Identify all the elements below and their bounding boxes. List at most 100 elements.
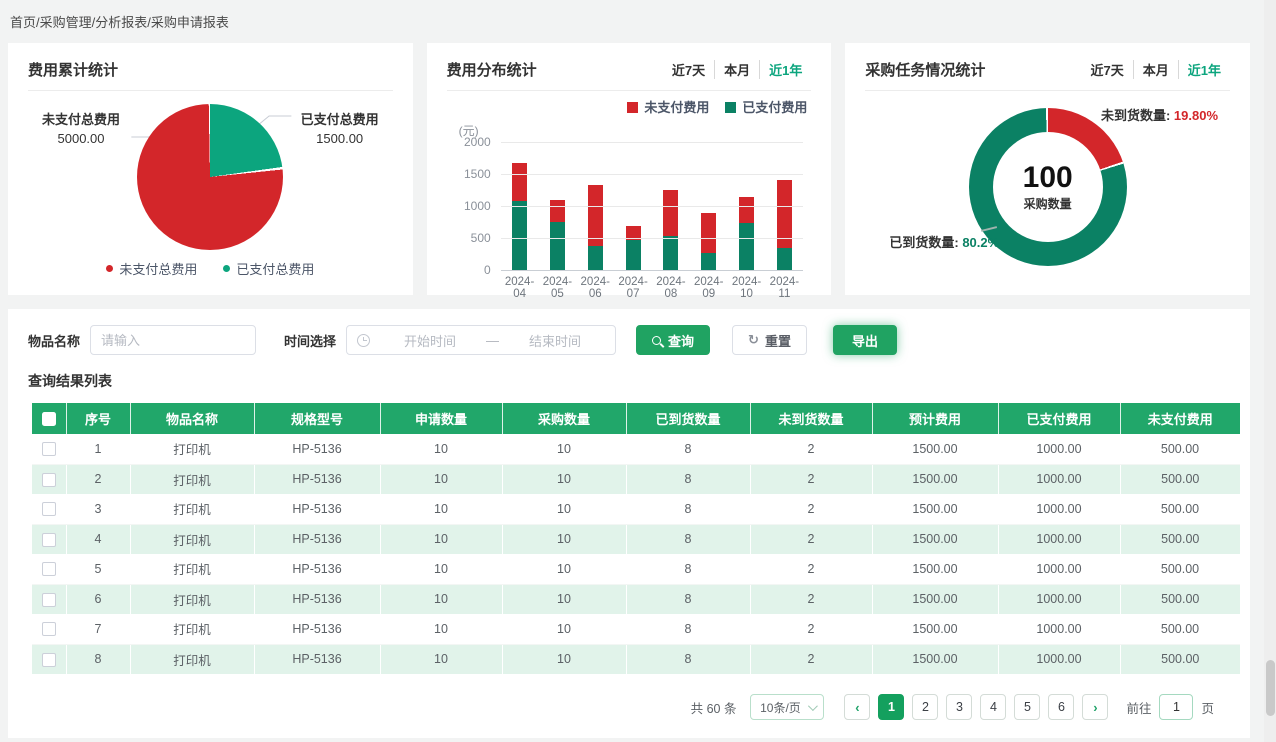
cell: 8 xyxy=(626,554,750,584)
time-select-label: 时间选择 xyxy=(284,331,336,350)
row-checkbox[interactable] xyxy=(42,502,56,516)
page-button-4[interactable]: 4 xyxy=(980,694,1006,720)
table-row: 6打印机HP-51361010821500.001000.00500.00 xyxy=(32,584,1240,614)
page-button-3[interactable]: 3 xyxy=(946,694,972,720)
donut-center-value: 100 xyxy=(1023,162,1073,194)
cell: 3 xyxy=(66,494,130,524)
cell: 10 xyxy=(380,614,502,644)
bar-chart-legend: 未支付费用已支付费用 xyxy=(445,97,808,116)
bar-segment-unpaid xyxy=(663,190,678,236)
legend-item-已支付费用[interactable]: 已支付费用 xyxy=(725,97,807,116)
y-tick-label: 0 xyxy=(484,263,491,277)
bar-segment-paid xyxy=(739,223,754,270)
cell: 1000.00 xyxy=(998,464,1120,494)
cell: 7 xyxy=(66,614,130,644)
legend-square xyxy=(725,102,736,113)
x-tick-label: 2024-05 xyxy=(539,276,577,300)
page-scrollbar[interactable] xyxy=(1264,0,1276,742)
cell: 1000.00 xyxy=(998,554,1120,584)
bar-segment-unpaid xyxy=(550,200,565,222)
tab-last-year[interactable]: 近1年 xyxy=(759,60,811,79)
search-icon xyxy=(652,336,661,345)
cell: 打印机 xyxy=(130,554,254,584)
goto-label: 前往 xyxy=(1126,698,1151,717)
x-tick-label: 2024-07 xyxy=(614,276,652,300)
donut-center: 100 采购数量 xyxy=(993,132,1103,242)
page-size-value: 10条/页 xyxy=(760,699,801,716)
row-checkbox[interactable] xyxy=(42,442,56,456)
cell: 500.00 xyxy=(1120,644,1240,674)
cell: 1500.00 xyxy=(872,554,998,584)
chevron-left-icon: ‹ xyxy=(855,700,859,715)
row-checkbox[interactable] xyxy=(42,622,56,636)
donut-center-label: 采购数量 xyxy=(1024,195,1072,212)
row-checkbox[interactable] xyxy=(42,653,56,667)
tab-last-year[interactable]: 近1年 xyxy=(1178,60,1230,79)
date-range-picker[interactable]: 开始时间 — 结束时间 xyxy=(346,325,616,355)
cell: 8 xyxy=(626,644,750,674)
breadcrumb[interactable]: 首页/采购管理/分析报表/采购申请报表 xyxy=(10,12,1250,31)
checkbox-column-header xyxy=(32,403,66,434)
end-time-placeholder[interactable]: 结束时间 xyxy=(505,331,605,350)
prev-page-button[interactable]: ‹ xyxy=(844,694,870,720)
checkbox-cell xyxy=(32,644,66,674)
page-button-1[interactable]: 1 xyxy=(878,694,904,720)
column-header-申请数量: 申请数量 xyxy=(380,403,502,434)
item-name-input[interactable] xyxy=(90,325,256,355)
cell: HP-5136 xyxy=(254,434,380,464)
x-tick-label: 2024-04 xyxy=(501,276,539,300)
table-row: 3打印机HP-51361010821500.001000.00500.00 xyxy=(32,494,1240,524)
row-checkbox[interactable] xyxy=(42,593,56,607)
goto-suffix: 页 xyxy=(1201,698,1214,717)
start-time-placeholder[interactable]: 开始时间 xyxy=(380,331,480,350)
card-purchase-task: 采购任务情况统计 近7天 本月 近1年 100 采购数量 未到货数量: 1 xyxy=(845,43,1250,295)
cell: 500.00 xyxy=(1120,524,1240,554)
bar-segment-paid xyxy=(512,201,527,270)
tab-this-month[interactable]: 本月 xyxy=(1133,60,1178,79)
cell: 1500.00 xyxy=(872,614,998,644)
page-button-5[interactable]: 5 xyxy=(1014,694,1040,720)
reset-button[interactable]: ↻ 重置 xyxy=(732,325,807,355)
card-title-expense-distribution: 费用分布统计 xyxy=(447,59,537,80)
next-page-button[interactable]: › xyxy=(1082,694,1108,720)
checkbox-cell xyxy=(32,524,66,554)
legend-item-未支付费用[interactable]: 未支付费用 xyxy=(627,97,709,116)
column-header-未到货数量: 未到货数量 xyxy=(750,403,872,434)
select-all-checkbox[interactable] xyxy=(42,412,56,426)
result-table: 序号物品名称规格型号申请数量采购数量已到货数量未到货数量预计费用已支付费用未支付… xyxy=(32,403,1240,674)
donut-callout-arrived: 已到货数量: 80.2% xyxy=(889,232,999,251)
goto-page-input[interactable] xyxy=(1159,694,1193,720)
row-checkbox[interactable] xyxy=(42,562,56,576)
legend-item-paid-total[interactable]: 已支付总费用 xyxy=(223,259,314,278)
bar-segment-unpaid xyxy=(739,197,754,223)
search-button[interactable]: 查询 xyxy=(636,325,710,355)
cell: 4 xyxy=(66,524,130,554)
cell: 10 xyxy=(380,644,502,674)
export-button[interactable]: 导出 xyxy=(833,325,897,355)
cell: 10 xyxy=(502,464,626,494)
row-checkbox[interactable] xyxy=(42,473,56,487)
column-header-采购数量: 采购数量 xyxy=(502,403,626,434)
cell: 500.00 xyxy=(1120,434,1240,464)
y-tick-label: 500 xyxy=(471,231,491,245)
page-button-2[interactable]: 2 xyxy=(912,694,938,720)
column-header-规格型号: 规格型号 xyxy=(254,403,380,434)
cell: 8 xyxy=(626,494,750,524)
cell: 打印机 xyxy=(130,524,254,554)
page-button-6[interactable]: 6 xyxy=(1048,694,1074,720)
page-size-select[interactable]: 10条/页 xyxy=(750,694,824,720)
row-checkbox[interactable] xyxy=(42,533,56,547)
legend-label-paid-total: 已支付总费用 xyxy=(236,259,314,278)
pie-callout-paid: 已支付总费用 1500.00 xyxy=(285,111,395,149)
gridline xyxy=(501,270,804,271)
pagination: 共 60 条 10条/页 ‹ 123456 › 前往 页 xyxy=(8,674,1250,724)
tab-last-7-days[interactable]: 近7天 xyxy=(663,60,714,79)
scrollbar-thumb[interactable] xyxy=(1266,660,1275,716)
pie-legend: 未支付总费用 已支付总费用 xyxy=(26,259,395,278)
tab-last-7-days[interactable]: 近7天 xyxy=(1082,60,1133,79)
cell: 8 xyxy=(626,524,750,554)
checkbox-cell xyxy=(32,614,66,644)
legend-square xyxy=(627,102,638,113)
tab-this-month[interactable]: 本月 xyxy=(714,60,759,79)
legend-item-unpaid-total[interactable]: 未支付总费用 xyxy=(106,259,197,278)
